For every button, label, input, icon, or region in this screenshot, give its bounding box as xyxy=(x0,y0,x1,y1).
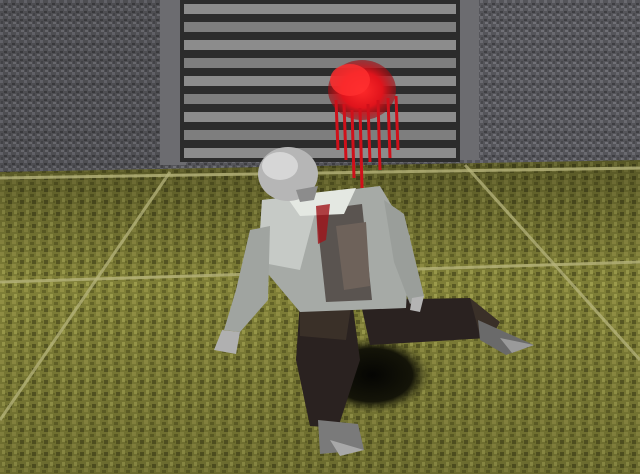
shutter-slat xyxy=(184,76,456,86)
shutter-door xyxy=(160,0,479,165)
shutter-slat xyxy=(184,22,456,32)
blood-drip xyxy=(350,109,356,179)
game-render xyxy=(0,0,640,474)
blood-drip xyxy=(394,95,400,151)
blood-drip xyxy=(334,99,340,151)
game-viewport[interactable] xyxy=(0,0,640,474)
blood-drip xyxy=(376,99,382,171)
shutter-slat xyxy=(184,130,456,140)
shutter-slat xyxy=(184,94,456,104)
shutter-slat xyxy=(184,40,456,50)
shutter-slat xyxy=(184,112,456,122)
shutter-slat xyxy=(184,148,456,158)
blood-drip xyxy=(366,103,372,163)
shutter-slat xyxy=(184,58,456,68)
shutter-slat xyxy=(184,4,456,14)
blood-drip xyxy=(386,97,392,159)
blood-drip xyxy=(342,103,348,161)
blood-drip xyxy=(358,107,364,189)
